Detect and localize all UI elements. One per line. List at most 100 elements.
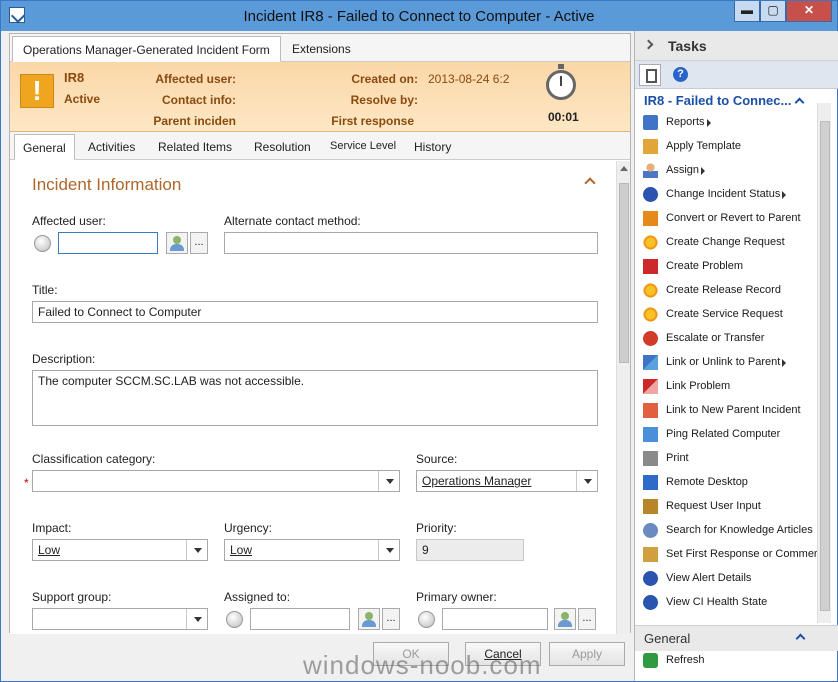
affected-user-input[interactable] <box>58 232 158 254</box>
link-parent-icon <box>643 403 658 418</box>
primary-owner-label: Primary owner: <box>416 590 497 604</box>
template-icon <box>643 139 658 154</box>
task-item-label: Escalate or Transfer <box>666 332 765 344</box>
task-item-label: Create Release Record <box>666 284 781 296</box>
task-item[interactable]: Create Change Request <box>643 233 819 253</box>
tab-general[interactable]: General <box>14 134 75 160</box>
scroll-thumb[interactable] <box>820 121 830 611</box>
tasks-tab-clipboard[interactable] <box>639 64 661 86</box>
description-label: Description: <box>32 352 96 366</box>
primary-owner-browse-button[interactable]: ... <box>578 608 596 630</box>
task-item-label: Assign <box>666 164 700 176</box>
tab-history[interactable]: History <box>406 134 459 160</box>
task-item[interactable]: View CI Health State <box>643 593 819 613</box>
star-icon <box>643 235 658 250</box>
classification-combo[interactable] <box>32 470 400 492</box>
task-item-label: Link or Unlink to Parent <box>666 356 781 368</box>
task-item[interactable]: Escalate or Transfer <box>643 329 819 349</box>
tab-service-level[interactable]: Service Level <box>322 134 404 160</box>
urgency-label: Urgency: <box>224 521 273 535</box>
chevron-down-icon[interactable] <box>186 609 207 629</box>
task-item[interactable]: Assign <box>643 161 819 181</box>
task-item[interactable]: Search for Knowledge Articles <box>643 521 819 541</box>
affected-user-picker-button[interactable] <box>166 232 188 254</box>
primary-owner-input[interactable] <box>442 608 548 630</box>
task-item-label: Convert or Revert to Parent <box>666 212 801 224</box>
task-item[interactable]: Convert or Revert to Parent <box>643 209 819 229</box>
task-item-label: Remote Desktop <box>666 476 748 488</box>
impact-value: Low <box>38 543 61 557</box>
assigned-to-input[interactable] <box>250 608 350 630</box>
scroll-thumb[interactable] <box>619 183 629 363</box>
tasks-scrollbar[interactable] <box>817 103 831 623</box>
task-item[interactable]: Request User Input <box>643 497 819 517</box>
task-item-label: Create Change Request <box>666 236 785 248</box>
task-item[interactable]: Create Release Record <box>643 281 819 301</box>
window-title: Incident IR8 - Failed to Connect to Comp… <box>243 8 595 25</box>
alert-icon <box>643 571 658 586</box>
task-item[interactable]: Reports <box>643 113 819 133</box>
title-input[interactable]: Failed to Connect to Computer <box>32 301 598 323</box>
warning-icon <box>643 211 658 226</box>
support-group-combo[interactable] <box>32 608 208 630</box>
collapse-icon[interactable] <box>794 97 805 108</box>
chevron-right-icon[interactable] <box>643 39 654 50</box>
primary-owner-picker-button[interactable] <box>554 608 576 630</box>
task-item[interactable]: Create Problem <box>643 257 819 277</box>
tab-extensions[interactable]: Extensions <box>282 36 361 62</box>
task-item-label: Link to New Parent Incident <box>666 404 801 416</box>
task-item[interactable]: Link or Unlink to Parent <box>643 353 819 373</box>
chevron-down-icon[interactable] <box>378 471 399 491</box>
header-contact-info-label: Contact info: <box>162 93 236 107</box>
tasks-tab-help[interactable]: ? <box>669 64 691 86</box>
alternate-contact-input[interactable] <box>224 232 598 254</box>
urgency-combo[interactable]: Low <box>224 539 400 561</box>
source-combo[interactable]: Operations Manager <box>416 470 598 492</box>
assigned-to-picker-button[interactable] <box>358 608 380 630</box>
health-icon <box>643 595 658 610</box>
task-item[interactable]: Change Incident Status <box>643 185 819 205</box>
form-scrollbar[interactable] <box>616 161 630 634</box>
tab-resolution[interactable]: Resolution <box>246 134 319 160</box>
assigned-to-browse-button[interactable]: ... <box>382 608 400 630</box>
apply-button[interactable]: Apply <box>549 642 625 666</box>
form-tab-strip: Operations Manager-Generated Incident Fo… <box>10 34 630 62</box>
task-item[interactable]: Link Problem <box>643 377 819 397</box>
tab-om-incident-form[interactable]: Operations Manager-Generated Incident Fo… <box>12 36 281 62</box>
task-item-label: Apply Template <box>666 140 742 152</box>
description-textarea[interactable]: The computer SCCM.SC.LAB was not accessi… <box>32 370 598 426</box>
header-created-on-label: Created on: <box>351 72 418 86</box>
task-item[interactable]: Ping Related Computer <box>643 425 819 445</box>
collapse-icon[interactable] <box>584 177 596 189</box>
submenu-arrow-icon <box>701 167 705 175</box>
maximize-button[interactable]: ▢ <box>760 1 786 22</box>
impact-combo[interactable]: Low <box>32 539 208 561</box>
chevron-down-icon[interactable] <box>378 540 399 560</box>
task-item[interactable]: Apply Template <box>643 137 819 157</box>
task-item[interactable]: View Alert Details <box>643 569 819 589</box>
minimize-button[interactable]: ▬ <box>734 1 760 22</box>
tab-activities[interactable]: Activities <box>80 134 143 160</box>
chevron-down-icon[interactable] <box>576 471 597 491</box>
star-icon <box>643 307 658 322</box>
task-item[interactable]: Print <box>643 449 819 469</box>
collapse-icon[interactable] <box>795 633 806 644</box>
stopwatch-icon <box>546 64 576 100</box>
chevron-down-icon[interactable] <box>186 540 207 560</box>
task-item[interactable]: Remote Desktop <box>643 473 819 493</box>
task-item-label: Request User Input <box>666 500 761 512</box>
task-item[interactable]: Set First Response or Commer <box>643 545 819 565</box>
submenu-arrow-icon <box>707 119 711 127</box>
urgency-value: Low <box>230 543 253 557</box>
title-label: Title: <box>32 283 58 297</box>
escalate-icon <box>643 331 658 346</box>
close-button[interactable]: ✕ <box>786 1 832 22</box>
request-icon <box>643 499 658 514</box>
task-item[interactable]: Link to New Parent Incident <box>643 401 819 421</box>
header-parent-incident-label: Parent inciden <box>153 114 236 128</box>
tab-related-items[interactable]: Related Items <box>150 134 240 160</box>
affected-user-browse-button[interactable]: ... <box>190 232 208 254</box>
task-refresh[interactable]: Refresh <box>643 651 819 671</box>
task-item[interactable]: Create Service Request <box>643 305 819 325</box>
report-icon <box>643 115 658 130</box>
